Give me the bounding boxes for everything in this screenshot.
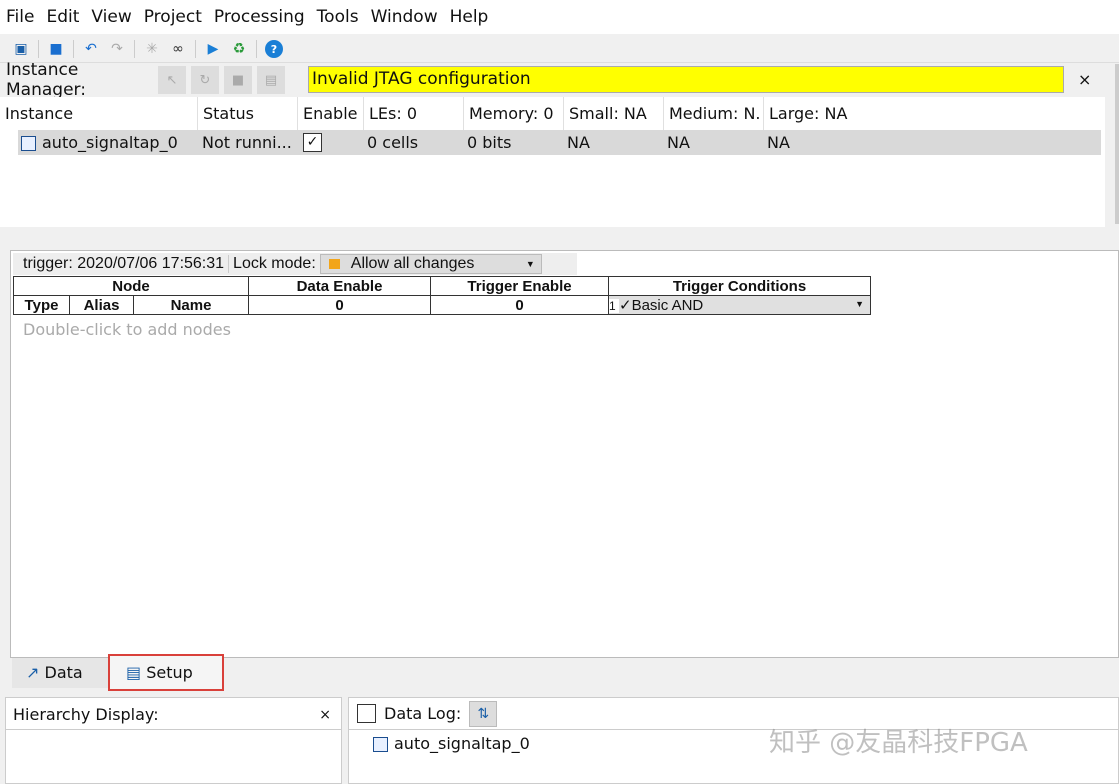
menu-bar: File Edit View Project Processing Tools … (0, 0, 1119, 34)
lock-mode-label: Lock mode: (229, 255, 320, 273)
lock-mode-dropdown[interactable]: Allow all changes ▼ (320, 254, 542, 274)
autorun-icon[interactable]: ♻ (230, 40, 248, 58)
instance-name-cell: auto_signaltap_0 (21, 130, 178, 155)
data-enable-count: 0 (249, 296, 431, 315)
trigger-condition-dropdown[interactable]: 1✓Basic AND ▼ (609, 296, 871, 315)
check-icon: ✓ (619, 297, 632, 314)
header-type: Type (14, 296, 70, 315)
les-cell: 0 cells (367, 130, 418, 155)
unlock-icon (329, 259, 340, 269)
chevron-down-icon: ▼ (855, 299, 864, 309)
instance-icon (373, 737, 388, 752)
hierarchy-title: Hierarchy Display: (13, 705, 159, 724)
status-message: Invalid JTAG configuration (308, 66, 1064, 93)
menu-window[interactable]: Window (365, 7, 444, 27)
watermark: 知乎 @友晶科技FPGA (769, 722, 1028, 759)
setup-icon: ▤ (126, 663, 141, 682)
col-medium[interactable]: Medium: N. (664, 97, 764, 130)
col-enable[interactable]: Enable (298, 97, 364, 130)
lock-mode-value: Allow all changes (351, 255, 475, 272)
node-finder-icon[interactable]: ✳ (143, 40, 161, 58)
stop-analysis-icon[interactable]: ■ (224, 66, 252, 94)
run-icon[interactable]: ▶ (204, 40, 222, 58)
instance-table: Instance Status Enable LEs: 0 Memory: 0 … (0, 97, 1105, 227)
header-data-enable: Data Enable (249, 277, 431, 296)
tab-data[interactable]: ↗ Data (12, 658, 108, 688)
menu-view[interactable]: View (85, 7, 137, 27)
header-trigger-conditions: Trigger Conditions (609, 277, 871, 296)
view-tabs: ↗ Data ▤ Setup (10, 658, 1119, 692)
autorun-analysis-icon[interactable]: ↻ (191, 66, 219, 94)
close-icon[interactable]: × (319, 698, 331, 732)
data-log-button[interactable]: ⇅ (469, 701, 497, 727)
instance-icon (21, 136, 36, 151)
instance-manager-label: Instance Manager: (0, 60, 158, 100)
small-cell: NA (567, 130, 590, 155)
col-large[interactable]: Large: NA (764, 97, 964, 130)
status-cell: Not runni... (202, 130, 292, 155)
tab-data-label: Data (45, 663, 83, 682)
col-status[interactable]: Status (198, 97, 298, 130)
medium-cell: NA (667, 130, 690, 155)
condition-value: Basic AND (632, 297, 704, 314)
add-nodes-hint[interactable]: Double-click to add nodes (23, 320, 231, 339)
toolbar: ▣ ■ ↶ ↷ ✳ ∞ ▶ ♻ ? (0, 36, 1119, 63)
node-table: Node Data Enable Trigger Enable Trigger … (13, 276, 871, 315)
data-log-panel: Data Log: ⇅ auto_signaltap_0 知乎 @友晶科技FPG… (348, 697, 1119, 784)
save-icon[interactable]: ■ (47, 40, 65, 58)
table-row[interactable]: auto_signaltap_0 Not runni... ✓ 0 cells … (18, 130, 1101, 155)
large-cell: NA (767, 130, 790, 155)
col-small[interactable]: Small: NA (564, 97, 664, 130)
data-log-checkbox[interactable] (357, 704, 376, 723)
close-icon[interactable]: × (1078, 70, 1091, 89)
menu-processing[interactable]: Processing (208, 7, 311, 27)
hierarchy-panel: Hierarchy Display: × (5, 697, 342, 784)
memory-cell: 0 bits (467, 130, 511, 155)
undo-icon[interactable]: ↶ (82, 40, 100, 58)
setup-panel: trigger: 2020/07/06 17:56:31 Lock mode: … (10, 250, 1119, 658)
condition-index: 1 (609, 299, 619, 313)
waveform-icon: ↗ (26, 663, 39, 682)
run-analysis-icon[interactable]: ↖ (158, 66, 186, 94)
read-data-icon[interactable]: ▤ (257, 66, 285, 94)
header-node: Node (14, 277, 249, 296)
enable-checkbox[interactable]: ✓ (303, 133, 322, 152)
redo-icon[interactable]: ↷ (108, 40, 126, 58)
menu-tools[interactable]: Tools (311, 7, 365, 27)
header-trigger-enable: Trigger Enable (431, 277, 609, 296)
col-instance[interactable]: Instance (0, 97, 198, 130)
col-les[interactable]: LEs: 0 (364, 97, 464, 130)
menu-project[interactable]: Project (138, 7, 208, 27)
trigger-timestamp: trigger: 2020/07/06 17:56:31 (13, 255, 229, 273)
scrollbar[interactable] (1115, 64, 1119, 224)
menu-edit[interactable]: Edit (40, 7, 85, 27)
header-name: Name (134, 296, 249, 315)
data-log-title: Data Log: (384, 704, 461, 723)
binoculars-icon[interactable]: ∞ (169, 40, 187, 58)
menu-help[interactable]: Help (444, 7, 495, 27)
data-log-item-label: auto_signaltap_0 (394, 734, 530, 753)
help-icon[interactable]: ? (265, 40, 283, 58)
chevron-down-icon: ▼ (526, 259, 535, 269)
menu-file[interactable]: File (0, 7, 40, 27)
open-instance-icon[interactable]: ▣ (12, 40, 30, 58)
header-alias: Alias (70, 296, 134, 315)
trigger-enable-count: 0 (431, 296, 609, 315)
tab-setup[interactable]: ▤ Setup (108, 654, 224, 691)
col-memory[interactable]: Memory: 0 (464, 97, 564, 130)
tab-setup-label: Setup (146, 663, 193, 682)
